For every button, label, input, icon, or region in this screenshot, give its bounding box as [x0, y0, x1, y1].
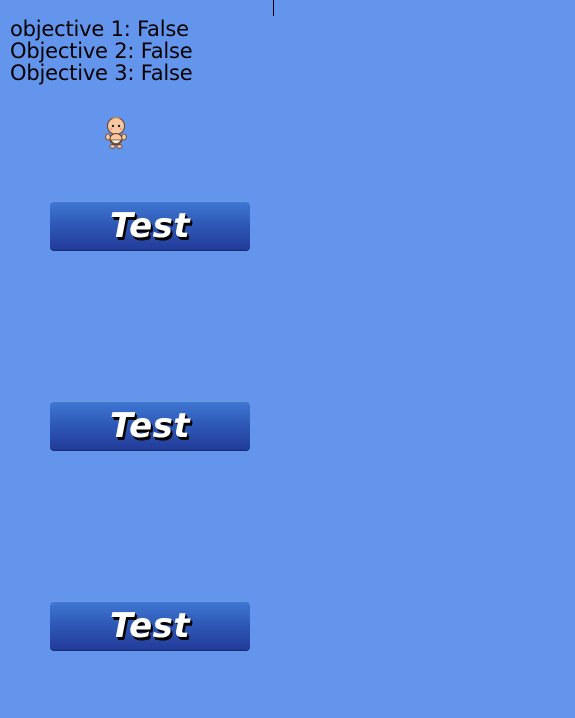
text-cursor-mark: [273, 0, 274, 16]
game-stage: objective 1: False Objective 2: False Ob…: [0, 0, 575, 718]
test-button-1[interactable]: Test: [50, 201, 250, 251]
test-button-3-label: Test: [109, 606, 191, 646]
test-button-2-label: Test: [109, 406, 191, 446]
test-button-3[interactable]: Test: [50, 601, 250, 651]
objective-2-status: Objective 2: False: [10, 39, 193, 63]
objectives-panel: objective 1: False Objective 2: False Ob…: [10, 17, 193, 85]
objective-3-status: Objective 3: False: [10, 61, 193, 85]
test-button-2[interactable]: Test: [50, 401, 250, 451]
objective-1-status: objective 1: False: [10, 17, 189, 41]
test-button-1-label: Test: [109, 206, 191, 246]
baby-character-icon: [102, 116, 130, 150]
